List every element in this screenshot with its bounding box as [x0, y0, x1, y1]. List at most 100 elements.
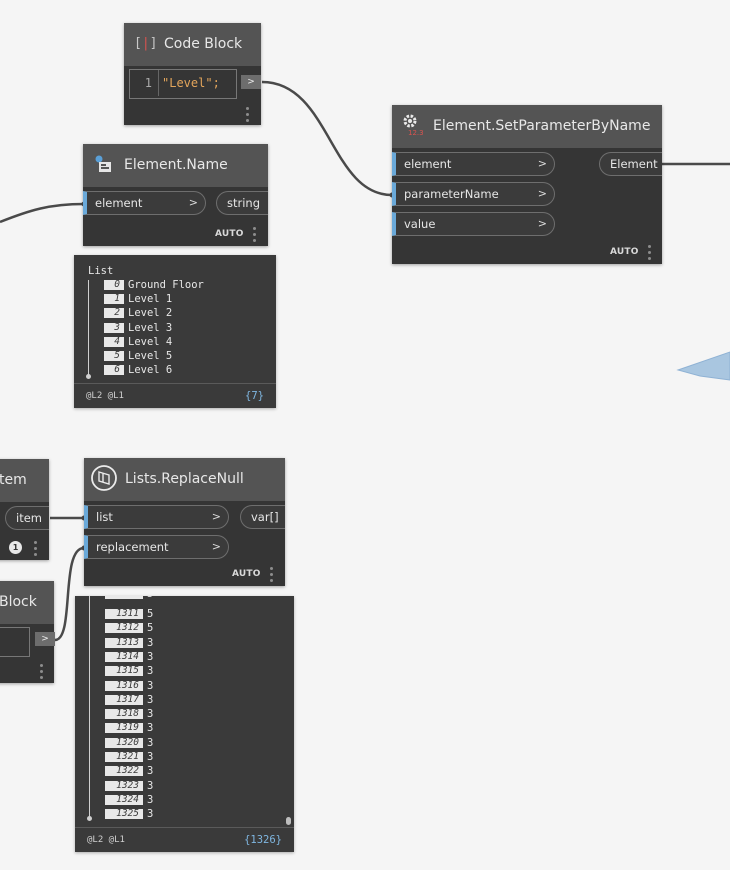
- port-label: element: [404, 157, 452, 171]
- item-index: 5: [104, 351, 124, 361]
- node-menu-icon[interactable]: [648, 245, 652, 263]
- port-label: replacement: [96, 540, 169, 554]
- item-value: 3: [147, 665, 154, 678]
- code-block-node-bottom[interactable]: Block >: [0, 581, 55, 683]
- item-index: 1311: [105, 609, 143, 619]
- tree-line-end: [86, 374, 91, 379]
- input-port-parametername[interactable]: parameterName >: [392, 182, 555, 206]
- replace-null-node[interactable]: Lists.ReplaceNull list > replacement > v…: [84, 458, 285, 586]
- input-port-element[interactable]: element >: [83, 191, 206, 215]
- item-value: Level 5: [128, 350, 173, 362]
- watch-preview-values[interactable]: 13105 1311513125131331314313153131631317…: [75, 596, 294, 852]
- list-item: 1320 3: [105, 737, 153, 750]
- watch-preview-levels[interactable]: List 0 Ground Floor 1 Level 1 2 Level 2 3 Level…: [74, 255, 276, 408]
- node-header[interactable]: Element.Name: [83, 144, 268, 187]
- code-editor[interactable]: 1 "Level";: [129, 69, 237, 99]
- port-label: var[]: [251, 510, 279, 524]
- list-item: 1313 3: [105, 637, 153, 650]
- code-block-icon: [|]: [134, 36, 158, 51]
- item-index: 1323: [105, 780, 143, 791]
- node-menu-icon[interactable]: [246, 107, 250, 125]
- item-value: Level 6: [128, 364, 173, 377]
- code-block-node[interactable]: [|] Code Block 1 "Level"; >: [124, 23, 261, 125]
- node-menu-icon[interactable]: [270, 567, 274, 585]
- item-value: Level 2: [128, 307, 173, 320]
- chevron-right-icon: >: [211, 510, 221, 523]
- level-badge[interactable]: 1: [9, 541, 22, 554]
- item-value: 5: [147, 622, 154, 635]
- item-value: 3: [147, 679, 154, 692]
- list-item: 4 Level 4: [104, 336, 172, 349]
- item-index: 1321: [105, 752, 143, 762]
- input-port-element[interactable]: element >: [392, 152, 555, 176]
- node-menu-icon[interactable]: [34, 541, 38, 559]
- list-item: 1321 3: [105, 751, 153, 764]
- line-number: 1: [144, 76, 152, 90]
- lacing-label[interactable]: AUTO: [215, 229, 244, 239]
- lacing-label[interactable]: AUTO: [232, 569, 261, 579]
- graph-canvas[interactable]: [|] Code Block 1 "Level"; > Element.Name…: [0, 0, 730, 870]
- node-menu-icon[interactable]: [253, 227, 257, 245]
- gear-icon: 12.3: [402, 113, 424, 137]
- item-count: {1326}: [244, 834, 282, 846]
- chevron-right-icon: >: [211, 540, 221, 553]
- item-value: Level 3: [128, 321, 173, 334]
- scrollbar-thumb[interactable]: [286, 817, 291, 825]
- lacing-label[interactable]: AUTO: [610, 247, 639, 257]
- output-port-var[interactable]: var[]: [240, 505, 285, 529]
- chevron-right-icon: >: [537, 187, 547, 200]
- node-header[interactable]: 12.3 Element.SetParameterByName: [392, 105, 662, 148]
- node-title: Lists.ReplaceNull: [125, 471, 244, 487]
- list-item: 1324 3: [105, 794, 153, 807]
- item-value: 3: [147, 751, 154, 763]
- list-item: 5 Level 5: [104, 350, 172, 363]
- port-label: item: [16, 511, 42, 525]
- item-value: 3: [147, 708, 154, 721]
- item-value: 3: [147, 793, 154, 806]
- item-value: 3: [147, 808, 154, 821]
- get-item-node[interactable]: tem item 1: [0, 459, 49, 560]
- code-editor[interactable]: [0, 627, 30, 657]
- list-item: 1316 3: [105, 680, 153, 693]
- list-item: 6 Level 6: [104, 364, 172, 377]
- list-item: 1311 5: [105, 608, 153, 621]
- element-name-node[interactable]: Element.Name element > string AUTO: [83, 144, 268, 246]
- node-header[interactable]: Block: [0, 581, 54, 624]
- item-index: 6: [104, 365, 124, 376]
- node-title: tem: [0, 472, 27, 488]
- list-item: 1317 3: [105, 694, 153, 707]
- node-title: Block: [0, 594, 37, 610]
- wire-code-to-setparam[interactable]: [261, 80, 393, 197]
- item-index: 1313: [105, 637, 143, 648]
- output-port-item[interactable]: item: [5, 506, 49, 530]
- output-port-element[interactable]: Element: [599, 152, 662, 176]
- set-parameter-node[interactable]: 12.3 Element.SetParameterByName element …: [392, 105, 662, 264]
- node-header[interactable]: Lists.ReplaceNull: [84, 458, 285, 501]
- output-port-arrow[interactable]: >: [35, 632, 55, 646]
- input-port-replacement[interactable]: replacement >: [84, 535, 229, 559]
- node-header[interactable]: tem: [0, 459, 49, 502]
- list-item: 1318 3: [105, 708, 153, 721]
- code-text[interactable]: "Level";: [158, 70, 220, 96]
- input-port-list[interactable]: list >: [84, 505, 229, 529]
- list-item: 2 Level 2: [104, 307, 172, 320]
- item-index: 1312: [105, 623, 143, 634]
- list-levels-label[interactable]: @L2 @L1: [87, 828, 125, 852]
- list-item: 1315 3: [105, 665, 153, 678]
- item-value: 5: [147, 608, 154, 620]
- wire-left-to-elementname[interactable]: [0, 202, 85, 224]
- tree-line-end: [87, 816, 92, 821]
- output-port-string[interactable]: string: [216, 191, 268, 215]
- chevron-right-icon: >: [537, 217, 547, 230]
- node-header[interactable]: [|] Code Block: [124, 23, 261, 66]
- item-index: 1310: [105, 596, 143, 599]
- item-index: 1319: [105, 723, 143, 734]
- package-icon: [90, 464, 118, 492]
- item-index: 1322: [105, 766, 143, 777]
- node-menu-icon[interactable]: [40, 664, 44, 682]
- list-item: 1319 3: [105, 722, 153, 735]
- input-port-value[interactable]: value >: [392, 212, 555, 236]
- tree-line: [89, 596, 90, 818]
- list-levels-label[interactable]: @L2 @L1: [86, 384, 124, 408]
- output-port-arrow[interactable]: >: [241, 75, 261, 89]
